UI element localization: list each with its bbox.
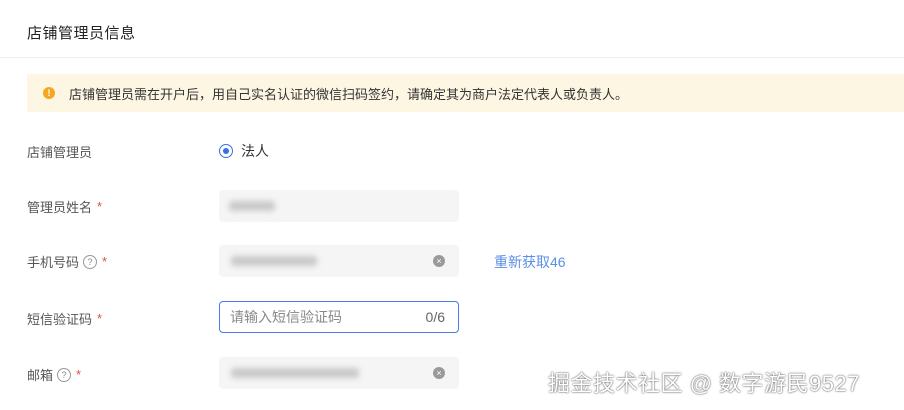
sms-label-text: 短信验证码: [27, 312, 93, 327]
name-label-text: 管理员姓名: [27, 200, 93, 215]
phone-label: 手机号码 ? *: [27, 252, 107, 271]
divider: [0, 57, 904, 58]
radio-checked-icon[interactable]: [219, 144, 233, 158]
email-field[interactable]: ×: [219, 357, 459, 389]
help-icon[interactable]: ?: [57, 367, 72, 382]
help-icon[interactable]: ?: [83, 254, 98, 269]
email-label-text: 邮箱: [27, 368, 54, 383]
radio-legal-person[interactable]: 法人: [219, 141, 269, 161]
required-mark: *: [102, 254, 108, 269]
required-mark: *: [76, 367, 82, 382]
sms-code-input[interactable]: [230, 302, 410, 332]
radio-label: 法人: [241, 143, 269, 159]
admin-label: 店铺管理员: [27, 142, 92, 161]
clear-icon[interactable]: ×: [433, 367, 445, 379]
watermark: 掘金技术社区 @ 数字游民9527: [548, 371, 860, 396]
name-label: 管理员姓名 *: [27, 197, 102, 216]
redacted-value: [231, 368, 359, 378]
section-title: 店铺管理员信息: [27, 25, 136, 42]
notice-text: 店铺管理员需在开户后，用自己实名认证的微信扫码签约，请确定其为商户法定代表人或负…: [69, 86, 629, 102]
clear-icon[interactable]: ×: [433, 255, 445, 267]
char-counter: 0/6: [425, 309, 445, 325]
redacted-value: [231, 256, 317, 266]
required-mark: *: [97, 311, 103, 326]
resend-code-button[interactable]: 重新获取46: [494, 252, 566, 272]
admin-label-text: 店铺管理员: [27, 145, 93, 160]
notice-banner: ! 店铺管理员需在开户后，用自己实名认证的微信扫码签约，请确定其为商户法定代表人…: [27, 74, 904, 112]
name-field[interactable]: [219, 190, 459, 222]
sms-label: 短信验证码 *: [27, 309, 102, 328]
required-mark: *: [97, 199, 103, 214]
phone-field[interactable]: ×: [219, 245, 459, 277]
email-label: 邮箱 ? *: [27, 365, 81, 384]
redacted-value: [229, 201, 275, 211]
exclamation-icon: !: [43, 87, 55, 99]
phone-label-text: 手机号码: [27, 255, 80, 270]
sms-code-field[interactable]: 0/6: [219, 301, 459, 333]
